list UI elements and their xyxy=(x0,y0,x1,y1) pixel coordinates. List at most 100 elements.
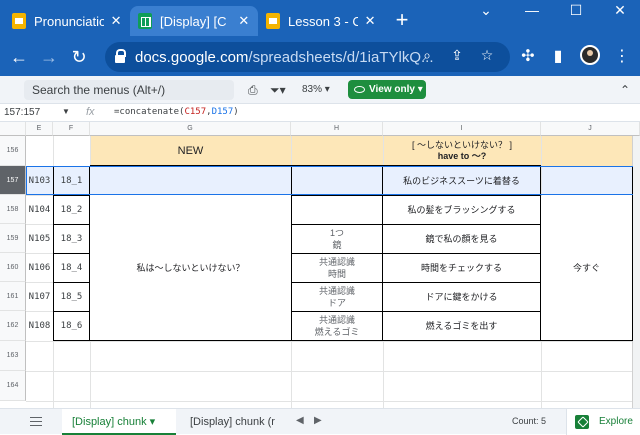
zoom-select[interactable]: 83% ▾ xyxy=(302,81,330,99)
sheet-tab-display-chunk[interactable]: [Display] chunk ▾ xyxy=(62,409,176,435)
spreadsheet-grid[interactable]: E F G H I J 156 157 158 159 160 161 162 … xyxy=(0,122,640,409)
select-all-corner[interactable] xyxy=(0,122,26,136)
row-header-156[interactable]: 156 xyxy=(0,136,26,166)
cell-chunk[interactable]: 18_6 xyxy=(54,311,89,341)
header-grammar-line1: [ 〜しないといけない？ ] xyxy=(411,140,512,150)
gridline xyxy=(26,401,640,402)
formula-text[interactable]: =concatenate(C157,D157) xyxy=(114,107,239,117)
share-icon[interactable]: ⇪ xyxy=(447,47,467,64)
row-header-161[interactable]: 161 xyxy=(0,282,26,311)
row-header-158[interactable]: 158 xyxy=(0,195,26,224)
header-grammar-line2: have to ～? xyxy=(437,151,487,161)
row-header-162[interactable]: 162 xyxy=(0,311,26,341)
cell-chunk[interactable]: 18_4 xyxy=(54,253,89,282)
cell-chunk[interactable]: 18_2 xyxy=(54,195,89,224)
fx-icon: fx xyxy=(86,106,95,118)
cell-sentence[interactable]: 燃えるゴミを出す xyxy=(383,312,540,340)
slides-icon xyxy=(12,13,26,29)
close-icon[interactable]: ✕ xyxy=(364,13,376,29)
cell-chunk[interactable]: 18_3 xyxy=(54,224,89,253)
scroll-tabs-right-icon[interactable]: ▶ xyxy=(314,415,322,426)
formula-bar: 157:157 ▼ fx =concatenate(C157,D157) xyxy=(0,104,640,122)
gridline xyxy=(291,341,292,409)
cell-word[interactable]: 1つ 鏡 xyxy=(292,225,382,253)
side-panel-icon[interactable]: ▮ xyxy=(548,46,568,68)
row-header-164[interactable]: 164 xyxy=(0,371,26,401)
cell-sentence[interactable]: 時間をチェックする xyxy=(383,254,540,282)
address-bar-row: ← → ↻ docs.google.com/spreadsheets/d/1ia… xyxy=(0,38,640,76)
bookmark-star-icon[interactable]: ☆ xyxy=(477,47,497,64)
collapse-toolbar-icon[interactable]: ⌃ xyxy=(620,81,630,99)
new-tab-button[interactable]: + xyxy=(392,9,412,31)
forward-arrow-icon[interactable]: → xyxy=(38,46,60,68)
close-icon[interactable]: ✕ xyxy=(238,13,250,29)
gridline xyxy=(53,136,54,166)
cell-sentence[interactable]: 私の髪をブラッシングする xyxy=(383,196,540,224)
header-new[interactable]: NEW xyxy=(90,136,291,166)
header-grammar[interactable]: [ 〜しないといけない？ ] have to ～? xyxy=(383,136,541,166)
tab-label: [Display] [C xyxy=(160,13,227,29)
column-header-e[interactable]: E xyxy=(26,122,53,136)
cell-sentence[interactable]: 私のビジネススーツに着替る xyxy=(383,166,540,195)
print-icon[interactable]: ⎙ xyxy=(248,81,258,99)
browser-tab-display[interactable]: [Display] [C ✕ xyxy=(130,6,258,36)
explore-button[interactable]: Explore xyxy=(566,409,640,435)
all-sheets-menu-icon[interactable] xyxy=(30,417,42,426)
cell-word[interactable] xyxy=(292,166,382,195)
cell-chunk[interactable]: 18_5 xyxy=(54,282,89,311)
vertical-scrollbar[interactable] xyxy=(633,136,640,409)
url-host: docs.google.com xyxy=(135,48,249,66)
window-close-button[interactable]: ✕ xyxy=(610,2,630,19)
cell-chunk[interactable]: 18_1 xyxy=(54,166,89,195)
cell-word[interactable]: 共通認識 ドア xyxy=(292,283,382,311)
row-header-159[interactable]: 159 xyxy=(0,224,26,253)
close-icon[interactable]: ✕ xyxy=(110,13,122,29)
profile-avatar[interactable] xyxy=(580,45,600,65)
browser-tab-lesson[interactable]: Lesson 3 - C ✕ xyxy=(258,6,384,36)
name-box[interactable]: 157:157 xyxy=(4,107,68,118)
cell-merged-timing[interactable]: 今すぐ xyxy=(541,196,632,340)
sheet-tab-display-chunk-r[interactable]: [Display] chunk (r xyxy=(180,409,284,435)
cell-word[interactable] xyxy=(292,196,382,224)
back-arrow-icon[interactable]: ← xyxy=(8,46,30,68)
formula-suffix: ) xyxy=(233,107,239,117)
column-header-h[interactable]: H xyxy=(291,122,383,136)
cell-id[interactable]: N103 xyxy=(26,166,53,195)
address-bar[interactable]: docs.google.com/spreadsheets/d/1iaTYlkQ.… xyxy=(105,42,510,72)
cell-id[interactable]: N104 xyxy=(26,195,53,224)
row-header-160[interactable]: 160 xyxy=(0,253,26,282)
column-header-f[interactable]: F xyxy=(53,122,90,136)
formula-ref-1: C157 xyxy=(184,107,207,117)
more-menu-icon[interactable]: ⋮ xyxy=(612,46,632,68)
filter-icon[interactable]: ⏷▾ xyxy=(270,81,286,99)
cell-sentence[interactable]: ドアに鍵をかける xyxy=(383,283,540,311)
menu-search-input[interactable]: Search the menus (Alt+/) xyxy=(24,80,234,100)
zoom-icon[interactable]: ⌕ xyxy=(417,47,437,64)
cell-id[interactable]: N108 xyxy=(26,311,53,341)
column-header-j[interactable]: J xyxy=(541,122,640,136)
cell-id[interactable]: N105 xyxy=(26,224,53,253)
tab-label: Pronunciation xyxy=(34,13,105,29)
browser-tab-pronunciation[interactable]: Pronunciation ✕ xyxy=(4,6,130,36)
cell-id[interactable]: N106 xyxy=(26,253,53,282)
cell-id[interactable]: N107 xyxy=(26,282,53,311)
minimize-button[interactable]: — xyxy=(522,2,542,18)
chevron-down-icon[interactable]: ▼ xyxy=(62,107,70,116)
zoom-value: 83% xyxy=(302,84,323,95)
cell-word[interactable]: 共通認識 時間 xyxy=(292,254,382,282)
column-header-g[interactable]: G xyxy=(90,122,291,136)
maximize-button[interactable]: ☐ xyxy=(566,2,586,19)
cell-word[interactable]: 共通認識 燃えるゴミ xyxy=(292,312,382,340)
slides-icon xyxy=(266,13,280,29)
row-header-157[interactable]: 157 xyxy=(0,166,26,195)
tab-search-icon[interactable]: ⌄ xyxy=(476,2,496,19)
scroll-tabs-left-icon[interactable]: ◀ xyxy=(296,415,304,426)
extensions-puzzle-icon[interactable]: ✣ xyxy=(518,46,538,68)
gridline xyxy=(291,136,292,166)
cell-merged-sentence-pattern[interactable]: 私は〜しないといけない？ xyxy=(90,196,291,340)
reload-icon[interactable]: ↻ xyxy=(68,46,90,68)
row-header-163[interactable]: 163 xyxy=(0,341,26,371)
column-header-i[interactable]: I xyxy=(383,122,541,136)
cell-sentence[interactable]: 鏡で私の顔を見る xyxy=(383,225,540,253)
view-only-button[interactable]: View only ▾ xyxy=(348,80,426,99)
